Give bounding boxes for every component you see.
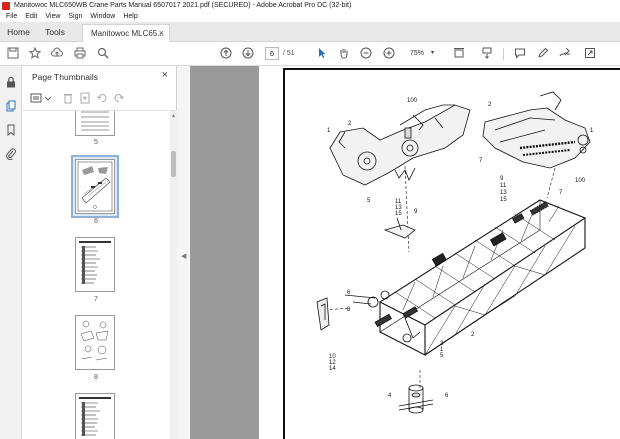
thumbnail-scrollbar-thumb[interactable] [171,151,176,177]
crane-parts-drawing: 100 1 2 2 1 5 7 100 9 11 13 15 7 11 13 1… [316,91,594,414]
callout-14-left: 14 [329,366,336,372]
rotate-left-icon[interactable] [96,92,110,106]
callout-11-right: 11 [500,183,507,189]
thumbnail-page-9[interactable] [75,393,115,439]
tab-home[interactable]: Home [0,22,37,42]
tab-bar: Home Tools Manitowoc MLC65... × [0,22,620,42]
search-icon[interactable] [96,46,110,60]
callout-2-right: 2 [488,102,492,108]
pin-detail-bottom [398,384,434,414]
chevron-down-icon[interactable] [42,92,56,106]
callout-5-top: 5 [367,198,371,204]
hand-tool-icon[interactable] [337,46,351,60]
next-page-icon[interactable] [241,46,255,60]
panel-title: Page Thumbnails [32,72,98,82]
menu-sign[interactable]: Sign [64,13,86,20]
sign-icon[interactable] [558,46,572,60]
security-lock-icon[interactable] [5,76,17,88]
thumbnail-panel-tools [30,92,170,106]
bookmarks-icon[interactable] [5,124,17,137]
delete-page-icon[interactable] [62,92,76,106]
callout-13-right: 13 [500,190,507,196]
lattice-boom-section [374,199,587,356]
boom-head-assembly-right [482,91,591,169]
title-bar: Manitowoc MLC650WB Crane Parts Manual 65… [0,0,620,11]
callout-6-bottom: 6 [445,393,449,399]
callout-2-left: 2 [348,121,352,127]
menu-view[interactable]: View [41,13,64,20]
page-thumbnails-panel: Page Thumbnails × 5 6 7 8 ▲ [22,66,177,439]
callout-9-mid: 9 [414,209,418,215]
page-total-label: / 51 [283,50,295,57]
rotate-right-icon[interactable] [113,92,127,106]
thumbnail-page-7[interactable] [75,237,115,292]
callout-100-right: 100 [575,178,586,184]
collapse-panel-arrow-icon[interactable]: ◀ [181,252,186,260]
scroll-up-arrow-icon[interactable]: ▲ [171,113,176,119]
window-title: Manitowoc MLC650WB Crane Parts Manual 65… [14,2,352,9]
bookmark-star-icon[interactable] [28,46,42,60]
menu-window[interactable]: Window [86,13,119,20]
page-thumbnails-icon[interactable] [5,100,17,112]
tab-tools[interactable]: Tools [37,22,73,42]
main-toolbar: 6 / 51 75% ▾ [0,42,620,66]
thumbnail-label: 5 [94,139,98,146]
callout-15-mid: 15 [395,211,402,217]
callout-5-bottom: 5 [440,353,444,359]
thumbnail-list: 5 6 7 8 [22,111,170,439]
save-icon[interactable] [6,46,20,60]
callout-15-right: 15 [500,197,507,203]
menu-bar: File Edit View Sign Window Help [0,11,620,22]
chevron-down-icon: ▾ [430,50,434,56]
attachments-paperclip-icon[interactable] [5,148,17,160]
previous-page-icon[interactable] [219,46,233,60]
boom-head-assembly-left [329,104,471,186]
zoom-in-icon[interactable] [382,46,396,60]
callout-4-bottom: 4 [388,393,392,399]
panel-close-icon[interactable]: × [162,69,168,81]
callout-7-top: 7 [479,158,483,164]
callout-8-left: 8 [347,307,351,313]
zoom-level-value: 75% [410,50,425,57]
page-number-input[interactable]: 6 [265,47,279,60]
menu-help[interactable]: Help [119,13,141,20]
acrobat-logo-icon [2,1,10,10]
zoom-level-dropdown[interactable]: 75% ▾ [402,47,436,60]
select-cursor-icon[interactable] [315,46,329,60]
callout-100-top-left: 100 [407,98,418,104]
callout-6-left: 6 [347,290,351,296]
toolbar-separator [503,48,504,60]
callout-9-right: 9 [500,176,504,182]
callout-7-right: 7 [559,190,563,196]
tab-document-label: Manitowoc MLC65... [91,29,164,38]
upload-cloud-icon[interactable] [50,46,64,60]
tab-close-icon[interactable]: × [159,28,164,38]
highlight-pen-icon[interactable] [536,46,550,60]
thumbnail-label: 6 [94,218,98,225]
thumbnail-page-5[interactable] [75,111,115,136]
zoom-out-icon[interactable] [359,46,373,60]
comment-icon[interactable] [513,46,527,60]
insert-page-icon[interactable] [79,92,93,106]
callout-2-bottom: 2 [471,332,475,338]
scroll-mode-icon[interactable] [480,46,494,60]
print-icon[interactable] [73,46,87,60]
menu-edit[interactable]: Edit [21,13,41,20]
callout-1-right: 1 [590,128,594,134]
thumbnail-label: 8 [94,374,98,381]
menu-file[interactable]: File [0,13,21,20]
left-navigation-rail [0,66,22,439]
thumbnail-label: 7 [94,296,98,303]
fit-page-icon[interactable] [452,46,466,60]
tab-document[interactable]: Manitowoc MLC65... × [82,24,170,42]
thumbnail-page-6[interactable] [75,159,115,214]
share-icon[interactable] [583,46,597,60]
callout-1-left: 1 [327,128,331,134]
thumbnail-page-8[interactable] [75,315,115,370]
